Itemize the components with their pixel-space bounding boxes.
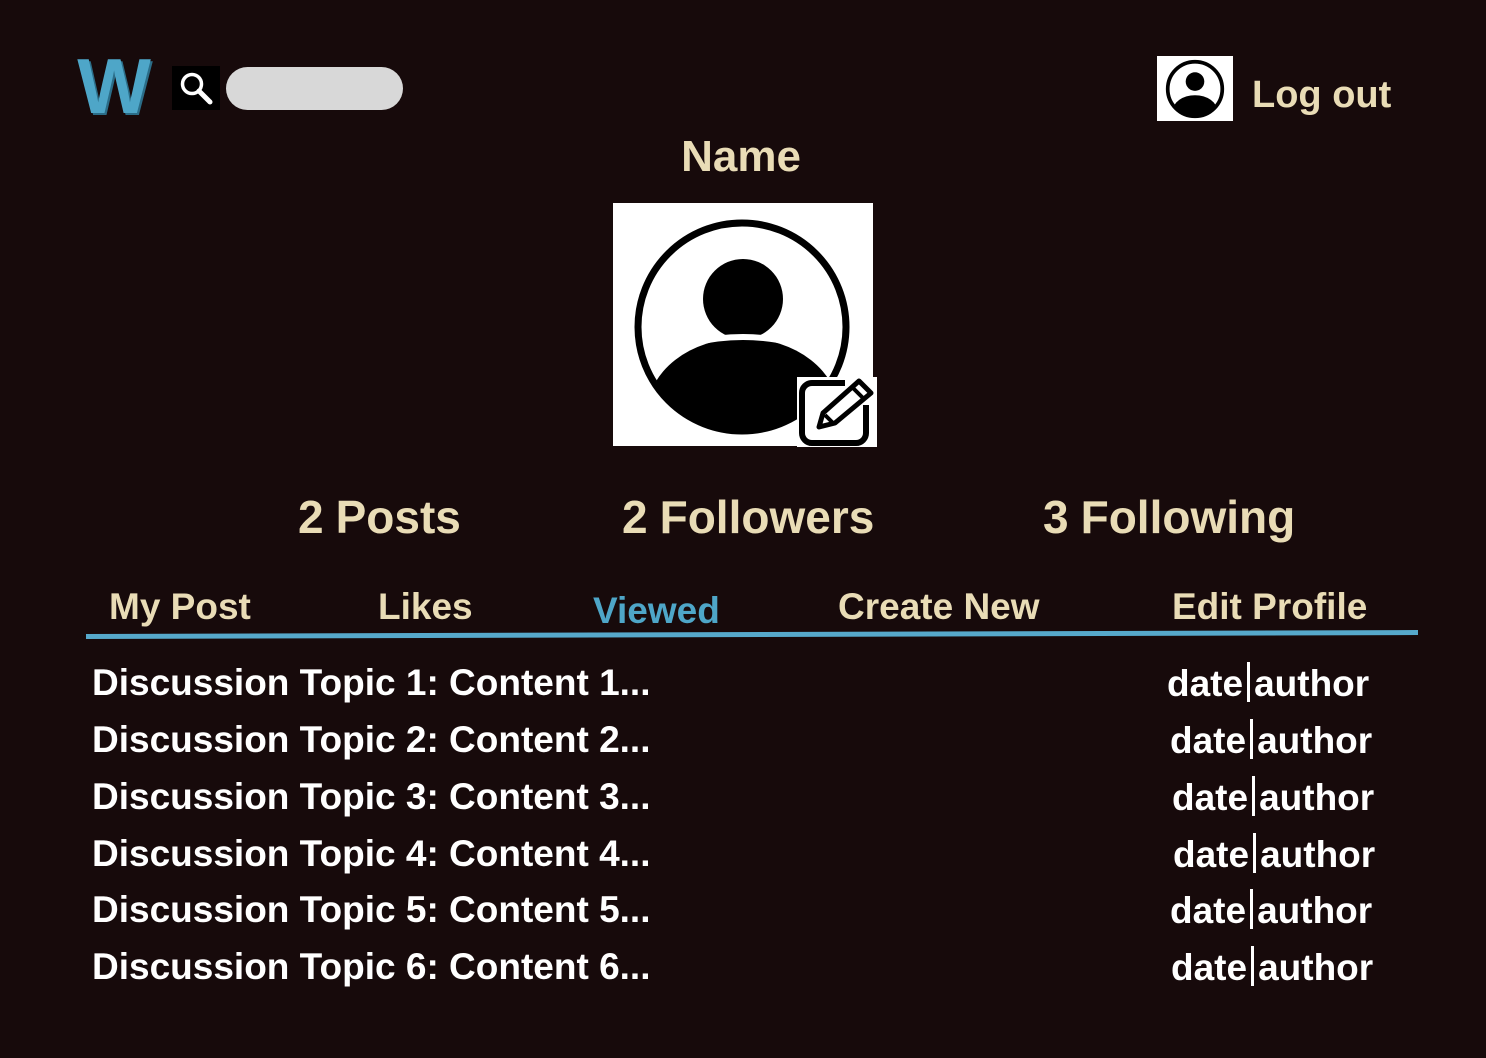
post-author: author [1257, 720, 1373, 761]
edit-pencil-icon [797, 377, 877, 447]
post-title[interactable]: Discussion Topic 2: Content 2... [92, 719, 651, 761]
profile-name: Name [681, 132, 801, 181]
meta-divider [1251, 946, 1255, 986]
logo-icon[interactable]: W [68, 47, 156, 125]
post-meta: date author [1170, 889, 1372, 932]
post-row[interactable]: Discussion Topic 5: Content 5... date aut… [92, 889, 1392, 939]
header-avatar[interactable] [1157, 56, 1233, 121]
post-meta: date author [1173, 833, 1375, 876]
post-meta: date author [1172, 776, 1374, 819]
meta-divider [1247, 662, 1251, 702]
tab-viewed[interactable]: Viewed [593, 590, 720, 632]
post-title[interactable]: Discussion Topic 6: Content 6... [92, 946, 651, 988]
post-title[interactable]: Discussion Topic 5: Content 5... [92, 889, 651, 931]
post-meta: date author [1167, 662, 1369, 705]
logout-button[interactable]: Log out [1252, 74, 1391, 117]
tab-my-post[interactable]: My Post [109, 586, 251, 628]
meta-divider [1250, 889, 1254, 929]
user-avatar-icon [1165, 59, 1225, 118]
profile-page: W Log out Name 2 Posts 2 Followers 3 Fol… [0, 0, 1486, 1058]
tab-likes[interactable]: Likes [378, 586, 473, 628]
following-count[interactable]: 3 Following [1043, 490, 1295, 544]
post-date: date [1172, 777, 1249, 818]
followers-count-label: Followers [659, 491, 875, 543]
post-date: date [1167, 663, 1244, 704]
post-row[interactable]: Discussion Topic 2: Content 2... date aut… [92, 719, 1392, 769]
post-author: author [1260, 834, 1376, 875]
post-meta: date author [1171, 946, 1373, 989]
post-row[interactable]: Discussion Topic 1: Content 1... date aut… [92, 662, 1392, 712]
post-meta: date author [1170, 719, 1372, 762]
followers-count-value: 2 [622, 491, 648, 543]
profile-name-wrapper: Name [0, 132, 1486, 182]
post-date: date [1170, 720, 1247, 761]
post-author: author [1259, 777, 1375, 818]
meta-divider [1253, 833, 1257, 873]
following-count-value: 3 [1043, 491, 1069, 543]
posts-count-value: 2 [298, 491, 324, 543]
followers-count[interactable]: 2 Followers [622, 490, 874, 544]
meta-divider [1250, 719, 1254, 759]
post-row[interactable]: Discussion Topic 6: Content 6... date aut… [92, 946, 1392, 996]
tab-edit-profile[interactable]: Edit Profile [1172, 586, 1367, 628]
post-row[interactable]: Discussion Topic 4: Content 4... date aut… [92, 833, 1392, 883]
search-input[interactable] [226, 67, 403, 110]
tab-underline [85, 630, 1419, 639]
post-date: date [1173, 834, 1250, 875]
meta-divider [1252, 776, 1256, 816]
post-date: date [1170, 890, 1247, 931]
post-date: date [1171, 947, 1248, 988]
post-title[interactable]: Discussion Topic 1: Content 1... [92, 662, 651, 704]
posts-count[interactable]: 2 Posts [298, 490, 461, 544]
post-author: author [1257, 890, 1373, 931]
edit-photo-button[interactable] [797, 377, 877, 447]
following-count-label: Following [1080, 491, 1296, 543]
post-title[interactable]: Discussion Topic 4: Content 4... [92, 833, 651, 875]
post-author: author [1258, 947, 1374, 988]
post-row[interactable]: Discussion Topic 3: Content 3... date aut… [92, 776, 1392, 826]
post-author: author [1254, 663, 1370, 704]
search-button[interactable] [172, 66, 220, 110]
post-title[interactable]: Discussion Topic 3: Content 3... [92, 776, 651, 818]
search-icon [180, 72, 213, 105]
tab-create-new[interactable]: Create New [838, 586, 1040, 628]
posts-count-label: Posts [335, 491, 461, 543]
